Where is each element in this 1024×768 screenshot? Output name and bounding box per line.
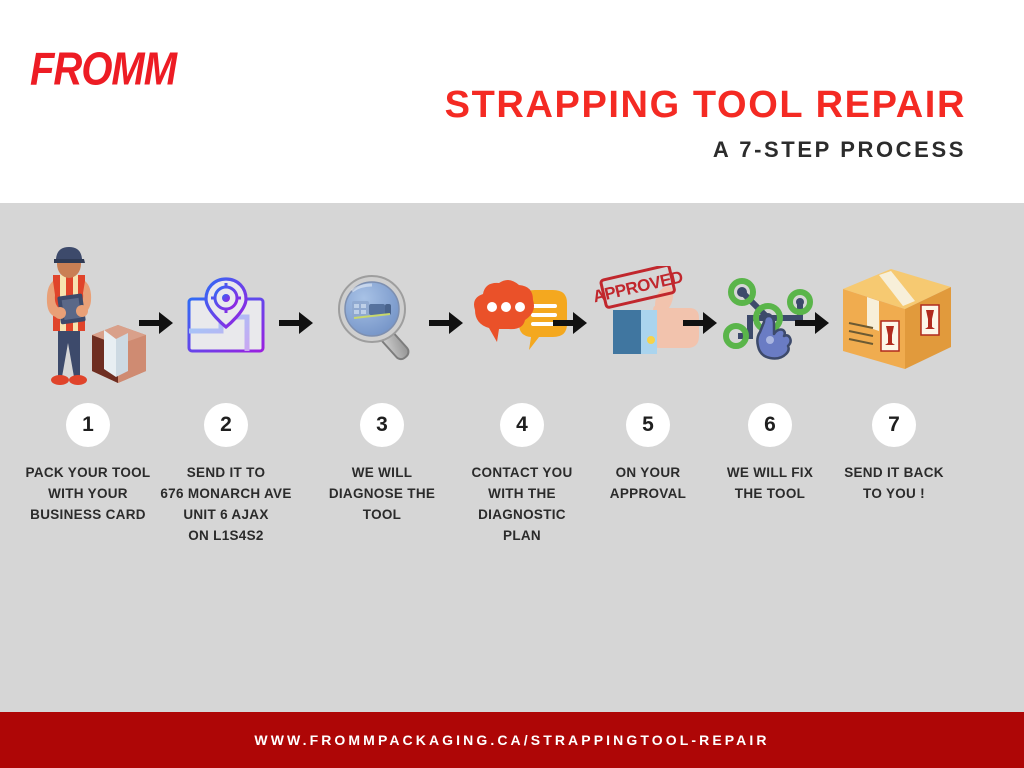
step-number-badge: 4 xyxy=(500,403,544,447)
step-1: 1 PACK YOUR TOOL WITH YOUR BUSINESS CARD xyxy=(14,243,162,525)
step-number-badge: 6 xyxy=(748,403,792,447)
process-band: 1 PACK YOUR TOOL WITH YOUR BUSINESS CARD xyxy=(0,203,1024,712)
website-url[interactable]: WWW.FROMMPACKAGING.CA/STRAPPINGTOOL-REPA… xyxy=(254,732,769,748)
step-label: WE WILL DIAGNOSE THE TOOL xyxy=(328,465,436,522)
footer-bar: WWW.FROMMPACKAGING.CA/STRAPPINGTOOL-REPA… xyxy=(0,712,1024,768)
step-label: PACK YOUR TOOL WITH YOUR BUSINESS CARD xyxy=(25,465,151,522)
step-label: SEND IT BACK TO YOU ! xyxy=(844,465,944,501)
header-section: FROMM STRAPPING TOOL REPAIR A 7-STEP PRO… xyxy=(0,0,1024,203)
step-number-badge: 7 xyxy=(872,403,916,447)
step-number-badge: 3 xyxy=(360,403,404,447)
fromm-logo: FROMM xyxy=(30,44,177,95)
step-3: 3 WE WILL DIAGNOSE THE TOOL xyxy=(308,243,456,525)
shipping-box-icon xyxy=(820,243,968,393)
step-7: 7 SEND IT BACK TO YOU ! xyxy=(820,243,968,504)
page-subtitle: A 7-STEP PROCESS xyxy=(712,137,966,162)
step-label: SEND IT TO 676 MONARCH AVE UNIT 6 AJAX O… xyxy=(160,465,292,543)
step-number-badge: 5 xyxy=(626,403,670,447)
step-2: 2 SEND IT TO 676 MONARCH AVE UNIT 6 AJAX… xyxy=(152,243,300,546)
step-number-badge: 2 xyxy=(204,403,248,447)
page-title: STRAPPING TOOL REPAIR xyxy=(444,84,966,126)
step-number-badge: 1 xyxy=(66,403,110,447)
infographic-poster: FROMM STRAPPING TOOL REPAIR A 7-STEP PRO… xyxy=(0,0,1024,768)
steps-container: 1 PACK YOUR TOOL WITH YOUR BUSINESS CARD xyxy=(0,203,1024,623)
